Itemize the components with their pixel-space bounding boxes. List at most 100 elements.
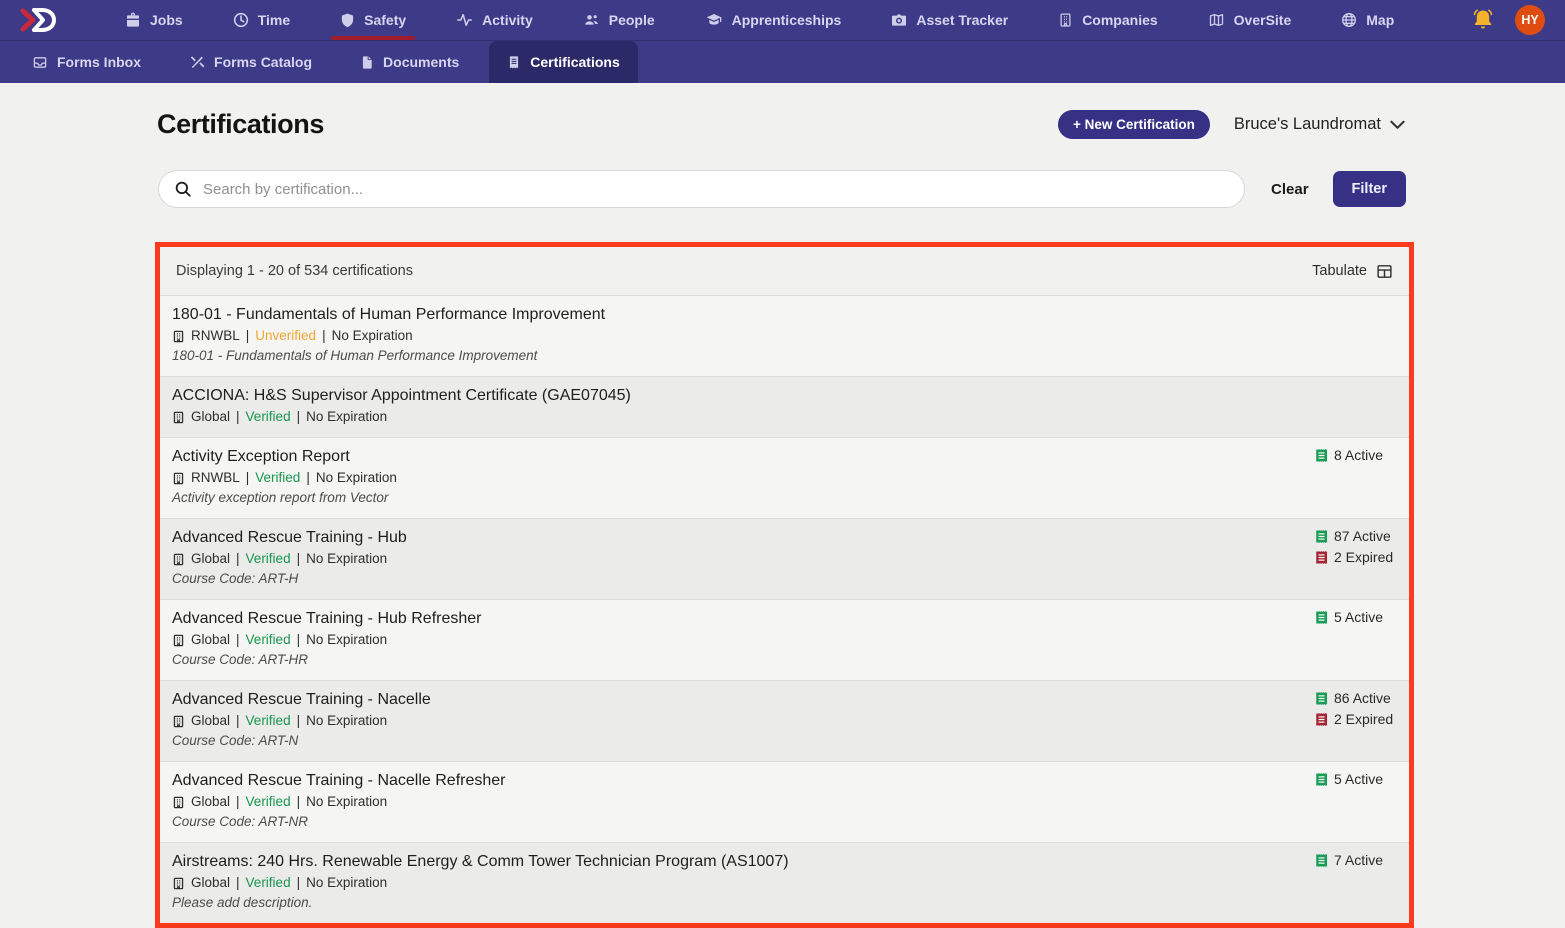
cert-title: Advanced Rescue Training - Hub Refresher [172, 610, 482, 627]
meta-separator: | [236, 713, 240, 728]
meta-separator: | [236, 632, 240, 647]
cert-counts: 5 Active [1315, 609, 1401, 625]
cert-scope: Global [191, 409, 231, 424]
certification-row[interactable]: 180-01 - Fundamentals of Human Performan… [160, 295, 1409, 376]
navbar-right: HY [1471, 5, 1551, 35]
certifications-panel-highlight: Displaying 1 - 20 of 534 certifications … [155, 242, 1414, 928]
cert-status: Verified [245, 713, 291, 728]
cert-title: Advanced Rescue Training - Nacelle [172, 691, 431, 708]
subnav-item-forms-inbox[interactable]: Forms Inbox [14, 41, 159, 83]
cert-status: Verified [245, 632, 291, 647]
nav-item-time[interactable]: Time [208, 0, 315, 40]
cert-count-text: 87 Active [1334, 528, 1391, 544]
cert-status: Verified [245, 409, 291, 424]
nav-item-asset-tracker[interactable]: Asset Tracker [866, 0, 1033, 40]
certification-row[interactable]: Advanced Rescue Training - Nacelle Globa… [160, 680, 1409, 761]
list-summary: Displaying 1 - 20 of 534 certifications [176, 263, 413, 279]
app-logo[interactable] [18, 6, 60, 34]
shield-icon [340, 12, 355, 28]
subnav-item-certifications[interactable]: Certifications [489, 41, 638, 83]
cert-title: 180-01 - Fundamentals of Human Performan… [172, 306, 606, 323]
cert-meta: Global | Verified | No Expiration [172, 551, 1395, 567]
page-title: Certifications [157, 109, 324, 139]
user-avatar[interactable]: HY [1515, 5, 1545, 35]
tools-icon [189, 55, 205, 70]
filter-button[interactable]: Filter [1332, 171, 1406, 207]
cert-count-active: 87 Active [1315, 528, 1401, 544]
cert-description: Please add description. [172, 895, 313, 910]
certification-row[interactable]: Airstreams: 240 Hrs. Renewable Energy & … [160, 842, 1409, 923]
nav-item-oversite[interactable]: OverSite [1183, 0, 1317, 40]
meta-separator: | [296, 713, 301, 728]
certificate-icon [507, 55, 521, 70]
cert-title: ACCIONA: H&S Supervisor Appointment Cert… [172, 387, 631, 404]
building-icon [172, 634, 185, 647]
subnav-item-label: Certifications [530, 54, 620, 70]
certification-row[interactable]: Advanced Rescue Training - Nacelle Refre… [160, 761, 1409, 842]
meta-separator: | [296, 409, 301, 424]
cert-expiration: No Expiration [331, 328, 413, 343]
nav-item-label: Map [1366, 12, 1395, 28]
cert-meta: RNWBL | Verified | No Expiration [172, 470, 1395, 486]
cert-title: Advanced Rescue Training - Nacelle Refre… [172, 772, 506, 789]
cert-description: Course Code: ART-NR [172, 814, 309, 829]
certification-row[interactable]: ACCIONA: H&S Supervisor Appointment Cert… [160, 376, 1409, 437]
clock-icon [233, 12, 249, 28]
cert-scope: RNWBL [191, 470, 240, 485]
company-selector-label: Bruce's Laundromat [1233, 115, 1381, 133]
document-icon [360, 55, 374, 70]
search-box [158, 170, 1246, 208]
nav-item-label: Time [257, 12, 291, 28]
subnav-item-forms-catalog[interactable]: Forms Catalog [171, 41, 330, 83]
cert-expiration: No Expiration [306, 409, 388, 424]
cert-counts: 86 Active 2 Expired [1315, 690, 1401, 727]
cert-expiration: No Expiration [306, 713, 388, 728]
clear-button[interactable]: Clear [1271, 181, 1309, 198]
cert-count-expired: 2 Expired [1315, 549, 1401, 565]
active-certificate-icon [1315, 772, 1328, 787]
certification-row[interactable]: Advanced Rescue Training - Hub Refresher… [160, 599, 1409, 680]
nav-item-companies[interactable]: Companies [1033, 0, 1182, 40]
notifications-bell-icon[interactable] [1471, 8, 1495, 32]
cert-counts: 8 Active [1315, 447, 1401, 463]
people-icon [583, 12, 600, 28]
cert-count-text: 2 Expired [1334, 711, 1394, 727]
search-toolbar: Clear Filter [158, 170, 1406, 208]
building-icon [172, 796, 185, 809]
nav-item-map[interactable]: Map [1316, 0, 1419, 40]
meta-separator: | [236, 551, 240, 566]
active-certificate-icon [1315, 610, 1328, 625]
company-selector[interactable]: Bruce's Laundromat [1234, 115, 1405, 134]
subnav-item-documents[interactable]: Documents [342, 41, 477, 83]
certification-row[interactable]: Advanced Rescue Training - Hub Global | … [160, 518, 1409, 599]
cert-status: Unverified [255, 328, 317, 343]
arrow-d-logo-icon [20, 8, 56, 32]
top-navbar: Jobs Time Safety Activity People Apprent… [0, 0, 1565, 40]
cert-scope: Global [191, 713, 231, 728]
tabulate-button[interactable]: Tabulate [1312, 263, 1393, 280]
meta-separator: | [306, 470, 310, 485]
active-certificate-icon [1315, 853, 1328, 868]
meta-separator: | [236, 875, 240, 890]
cert-scope: RNWBL [191, 328, 240, 343]
certification-row[interactable]: Activity Exception Report RNWBL | Verifi… [160, 437, 1409, 518]
new-certification-button[interactable]: + New Certification [1057, 110, 1210, 139]
nav-item-apprenticeships[interactable]: Apprenticeships [680, 0, 867, 40]
nav-item-activity[interactable]: Activity [431, 0, 558, 40]
nav-item-safety[interactable]: Safety [315, 0, 431, 40]
cert-meta: Global | Verified | No Expiration [172, 713, 1395, 729]
nav-item-people[interactable]: People [558, 0, 680, 40]
active-certificate-icon [1315, 691, 1328, 706]
page-header: Certifications + New Certification Bruce… [157, 109, 1405, 140]
cert-status: Verified [245, 794, 291, 809]
cert-scope: Global [191, 551, 231, 566]
cert-status: Verified [245, 875, 291, 890]
search-input[interactable] [203, 180, 1230, 198]
cert-expiration: No Expiration [306, 632, 388, 647]
building-icon [1058, 12, 1073, 28]
cert-meta: Global | Verified | No Expiration [172, 632, 1395, 648]
map-icon [1208, 12, 1225, 28]
nav-item-jobs[interactable]: Jobs [100, 0, 208, 40]
cert-count-expired: 2 Expired [1315, 711, 1401, 727]
certifications-list: 180-01 - Fundamentals of Human Performan… [160, 295, 1409, 923]
